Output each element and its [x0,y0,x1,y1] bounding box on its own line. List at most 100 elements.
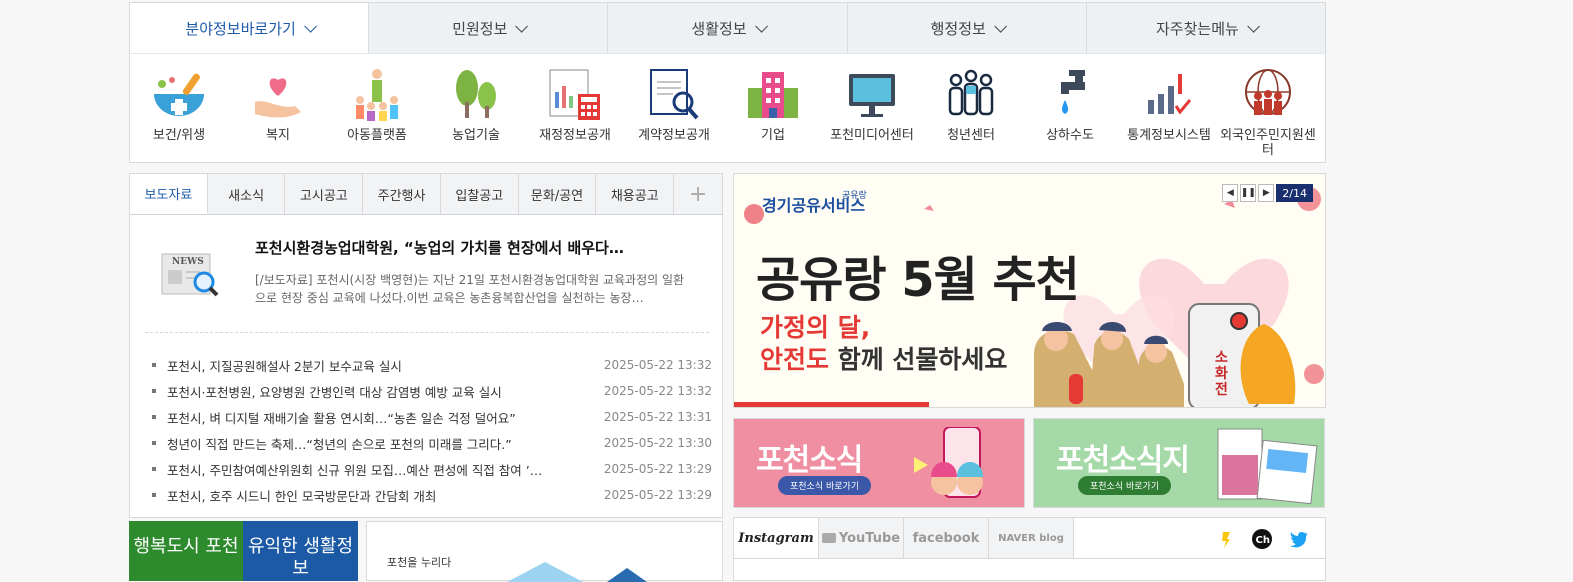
banner-logo-sub: 공유랑 [842,191,867,201]
bullet-icon [152,363,156,367]
tab-bids[interactable]: 입찰공고 [440,174,519,214]
tab-label: 자주찾는메뉴 [1156,19,1239,38]
monitor-icon [849,74,895,117]
tab-admin-info[interactable]: 행정정보 [846,3,1086,53]
svg-text:Ch: Ch [1256,535,1270,546]
more-plus-button[interactable]: + [674,174,722,214]
quick-item-contract[interactable]: 계약정보공개 [625,66,723,143]
banner-headline: 공유랑 5월 추천 [756,252,1080,308]
tab-youtube[interactable]: YouTube [819,518,904,558]
banner-line1: 가정의 달, [760,313,871,342]
small-banner-title: 포천소식 [756,443,863,478]
prev-arrow-icon[interactable]: ◀ [1222,184,1239,202]
tab-press-release[interactable]: 보도자료 [130,174,208,214]
item-date: 2025-05-22 13:29 [603,462,712,476]
quick-item-business[interactable]: 기업 [724,66,822,143]
quick-item-label: 보건/위생 [152,128,206,143]
social-icons: Ch [1217,528,1309,550]
tab-label: 행정정보 [930,19,986,38]
trees-icon [456,70,496,118]
quick-item-label: 청년센터 [947,128,995,143]
quick-item-label: 농업기술 [452,128,500,143]
quick-item-health[interactable]: 보건/위생 [130,66,228,143]
list-item[interactable]: 포천시, 호주 시드니 한인 모국방문단과 간담회 개최 2025-05-22 1… [152,482,712,508]
small-banner-button[interactable]: 포천소식 바로가기 [1078,476,1172,495]
news-magnifier-icon: NEWS [161,253,219,297]
item-date: 2025-05-22 13:32 [603,358,712,372]
chevron-down-icon [994,19,1007,33]
tab-civil-info[interactable]: 민원정보 [368,3,608,53]
tab-culture[interactable]: 문화/공연 [518,174,597,214]
quick-item-foreigner-center[interactable]: 외국인주민지원센터 [1219,66,1317,158]
health-bowl-icon [154,73,204,116]
banner-line2-rest: 함께 선물하세요 [829,345,1008,374]
quick-item-finance[interactable]: 재정정보공개 [526,66,624,143]
chevron-down-icon [1247,19,1260,33]
quick-item-children[interactable]: 아동플랫폼 [328,66,426,143]
banner-line2-strong: 안전도 [760,345,830,374]
kakao-channel-icon[interactable]: Ch [1251,528,1273,550]
useful-info-button[interactable]: 유익한 생활정보 [243,521,358,581]
welfare-heart-hand-icon [255,78,301,118]
tab-field-info[interactable]: 분야정보바로가기 [130,3,369,53]
tab-instagram[interactable]: Instagram [734,518,819,558]
contract-magnifier-icon [650,69,699,120]
quick-item-label: 복지 [266,128,290,143]
list-item[interactable]: 포천시·포천병원, 요양병원 간병인력 대상 감염병 예방 교육 실시 2025-… [152,378,712,404]
quick-item-agriculture[interactable]: 농업기술 [427,66,525,143]
tab-naver-blog[interactable]: NAVER blog [989,518,1074,558]
item-title: 포천시, 지질공원해설사 2분기 보수교육 실시 [167,358,402,374]
item-title: 청년이 직접 만드는 축제…“청년의 손으로 포천의 미래를 그리다.” [167,436,512,452]
small-banner-button[interactable]: 포천소식 바로가기 [778,476,872,495]
bullet-icon [152,467,156,471]
promo-text: 포천을 누리다 [387,556,452,569]
list-item[interactable]: 포천시, 벼 디지털 재배기술 활용 연시회…“농촌 일손 걱정 덜어요” 202… [152,404,712,430]
quick-item-youth-center[interactable]: 청년센터 [922,66,1020,143]
tab-frequent-menu[interactable]: 자주찾는메뉴 [1085,3,1326,53]
pocheon-news-banner[interactable]: 포천소식 포천소식 바로가기 [733,418,1025,508]
list-item[interactable]: 청년이 직접 만드는 축제…“청년의 손으로 포천의 미래를 그리다.” 2025… [152,430,712,456]
children-family-icon [356,69,398,121]
tab-recruitment[interactable]: 채용공고 [596,174,675,214]
list-item[interactable]: 포천시, 주민참여예산위원회 신규 위원 모집…예산 편성에 직접 참여 ’… 2… [152,456,712,482]
tab-notices[interactable]: 고시공고 [285,174,364,214]
kakao-story-icon[interactable] [1217,529,1235,549]
tab-new-news[interactable]: 새소식 [207,174,286,214]
featured-news-title[interactable]: 포천시환경농업대학원, “농업의 가치를 현장에서 배우다… [255,237,685,258]
water-faucet-icon [1061,70,1085,114]
mountain-icon [507,562,647,582]
promo-banner[interactable]: 포천을 누리다 [366,521,723,582]
happy-city-button[interactable]: 행복도시 포천 [129,521,243,581]
tab-weekly-events[interactable]: 주간행사 [363,174,441,214]
tab-life-info[interactable]: 생활정보 [607,3,847,53]
bar-chart-icon [1148,74,1192,115]
quick-menu-panel: 분야정보바로가기 민원정보 생활정보 행정정보 자주찾는메뉴 보건/위생 복지 … [129,2,1326,163]
quick-item-media-center[interactable]: 포천미디어센터 [823,66,921,143]
quick-item-statistics[interactable]: 통계정보시스템 [1120,66,1218,143]
twitter-bird-icon[interactable] [1289,530,1309,548]
pocheon-newsletter-banner[interactable]: 포천소식지 포천소식 바로가기 [1033,418,1325,508]
chevron-down-icon [515,19,529,33]
main-banner[interactable]: 경기공유서비스 공유랑 공유랑 5월 추천 가정의 달, 안전도 함께 선물하세… [733,173,1326,408]
globe-people-icon [1245,69,1291,115]
next-arrow-icon[interactable]: ▶ [1258,184,1275,202]
tab-label: YouTube [838,530,901,546]
quick-item-water[interactable]: 상하수도 [1021,66,1119,143]
news-list: 포천시, 지질공원해설사 2분기 보수교육 실시 2025-05-22 13:32… [152,352,712,508]
banner-extinguisher-label: 소화전 [1215,350,1228,398]
quick-item-label: 아동플랫폼 [347,128,407,143]
item-date: 2025-05-22 13:31 [603,410,712,424]
quick-item-welfare[interactable]: 복지 [229,66,327,143]
banner-controls: ◀ ❚❚ ▶ 2/14 [1222,184,1313,202]
tab-label: 민원정보 [452,19,508,38]
news-badge-text: NEWS [172,257,204,267]
quick-item-label: 상하수도 [1046,128,1094,143]
finance-calculator-icon [549,69,600,120]
quick-item-label: 통계정보시스템 [1127,128,1211,143]
item-date: 2025-05-22 13:29 [603,488,712,502]
pause-icon[interactable]: ❚❚ [1240,184,1257,202]
banner-counter: 2/14 [1276,184,1313,202]
list-item[interactable]: 포천시, 지질공원해설사 2분기 보수교육 실시 2025-05-22 13:32 [152,352,712,378]
tab-facebook[interactable]: facebook [904,518,989,558]
tab-label: 생활정보 [691,19,747,38]
